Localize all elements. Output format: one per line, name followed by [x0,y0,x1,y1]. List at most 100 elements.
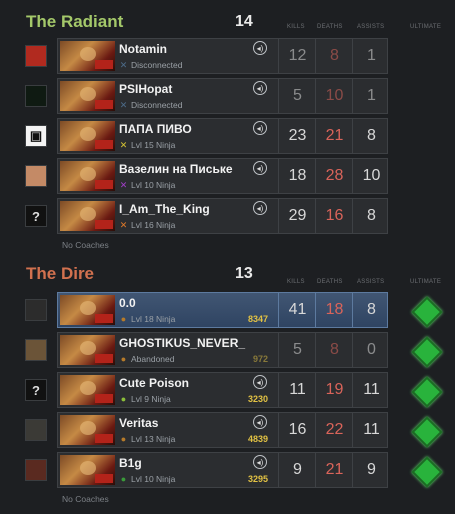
avatar[interactable]: ▣ [25,125,47,147]
mmr-value: 3295 [247,474,268,484]
kills-value: 23 [288,127,307,144]
assists-value: 8 [367,127,376,144]
ultimate-ready-icon [411,416,443,448]
avatar[interactable]: ? [25,379,47,401]
hero-portrait [60,201,115,231]
kills-value: 11 [289,381,306,398]
avatar[interactable] [25,339,47,361]
circle-icon: ● [120,434,127,444]
speaker-icon[interactable]: ◂) [253,375,267,389]
deaths-value: 22 [325,421,344,438]
assists-value: 1 [367,87,376,104]
player-row-notamin[interactable]: Notamin ✕ Disconnected ◂) 12 8 1 [57,38,388,74]
hero-portrait [60,161,115,191]
player-status: Lvl 18 Ninja [131,314,176,324]
speaker-icon[interactable]: ◂) [253,81,267,95]
player-row-psihopat[interactable]: PSIHopat ✕ Disconnected ◂) 5 10 1 [57,78,388,114]
ultimate-header: ULTIMATE [410,279,442,285]
ultimate-header: ULTIMATE [410,24,442,30]
player-name[interactable]: Notamin [119,42,167,56]
player-name[interactable]: Veritas [119,416,158,430]
assists-header: ASSISTS [357,279,385,285]
ultimate-ready-icon [411,336,443,368]
radiant-team-title: The Radiant [26,12,124,31]
player-name[interactable]: B1g [119,456,142,470]
hero-portrait [60,121,115,151]
assists-value: 11 [363,381,380,398]
hero-portrait [60,415,115,445]
assists-value: 8 [367,207,376,224]
assists-value: 1 [367,47,376,64]
hero-portrait [60,375,115,405]
player-name[interactable]: Вазелин на Письке [119,162,233,176]
disconnected-x-icon: ✕ [119,60,128,70]
circle-icon: ● [120,354,127,364]
mmr-value: 8347 [247,314,268,324]
player-status: Lvl 10 Ninja [131,474,176,484]
deaths-value: 18 [325,301,344,318]
assists-value: 0 [367,341,376,358]
avatar[interactable] [25,45,47,67]
dire-score: 13 [235,265,253,282]
avatar[interactable] [25,419,47,441]
player-status: Abandoned [131,354,175,364]
avatar[interactable] [25,299,47,321]
speaker-icon[interactable]: ◂) [253,121,267,135]
player-row-papa-pivo[interactable]: ПАПА ПИВО ✕ Lvl 15 Ninja ◂) 23 21 8 [57,118,388,154]
speaker-icon[interactable]: ◂) [253,161,267,175]
player-row-vazelin[interactable]: Вазелин на Письке ✕ Lvl 10 Ninja ◂) 18 28… [57,158,388,194]
kills-value: 29 [288,207,307,224]
speaker-icon[interactable]: ◂) [253,455,267,469]
player-name[interactable]: ПАПА ПИВО [119,122,192,136]
speaker-icon[interactable]: ◂) [253,41,267,55]
avatar[interactable] [25,85,47,107]
hero-portrait [60,41,115,71]
player-status: Lvl 13 Ninja [131,434,176,444]
x-icon: ✕ [119,140,128,150]
player-row-b1g[interactable]: B1g ● Lvl 10 Ninja 3295 ◂) 9 21 9 [57,452,388,488]
kills-value: 18 [288,167,307,184]
avatar[interactable] [25,459,47,481]
kills-value: 12 [288,47,307,64]
hero-portrait [60,81,115,111]
ultimate-ready-icon [411,456,443,488]
x-icon: ✕ [119,220,128,230]
player-row-i-am-the-king[interactable]: I_Am_The_King ✕ Lvl 16 Ninja ◂) 29 16 8 [57,198,388,234]
radiant-no-coaches: No Coaches [62,240,109,250]
mmr-value: 972 [252,354,268,364]
player-row-cute-poison[interactable]: Cute Poison ● Lvl 9 Ninja 3230 ◂) 11 19 1… [57,372,388,408]
hero-portrait [60,295,115,325]
deaths-header: DEATHS [317,279,343,285]
player-status: Lvl 10 Ninja [131,180,176,190]
dire-team-title: The Dire [26,264,95,283]
assists-value: 8 [367,301,376,318]
player-status: Lvl 16 Ninja [131,220,176,230]
avatar[interactable] [25,165,47,187]
deaths-value: 21 [325,461,344,478]
player-status: Disconnected [131,60,183,70]
circle-icon: ● [120,474,127,484]
mmr-value: 3230 [247,394,268,404]
dire-no-coaches: No Coaches [62,494,109,504]
player-row-veritas[interactable]: Veritas ● Lvl 13 Ninja 4839 ◂) 16 22 11 [57,412,388,448]
player-name[interactable]: Cute Poison [119,376,189,390]
hero-portrait [60,335,115,365]
player-name[interactable]: PSIHopat [119,82,172,96]
x-icon: ✕ [119,180,128,190]
speaker-icon[interactable]: ◂) [253,201,267,215]
player-status: Lvl 9 Ninja [131,394,171,404]
kills-value: 5 [293,87,302,104]
deaths-header: DEATHS [317,24,343,30]
avatar[interactable]: ? [25,205,47,227]
player-name[interactable]: GHOSTIKUS_NEVER_ [119,336,245,350]
player-name[interactable]: 0.0 [119,296,136,310]
ultimate-ready-icon [411,296,443,328]
kills-value: 5 [293,341,302,358]
player-name[interactable]: I_Am_The_King [119,202,210,216]
kills-value: 9 [293,461,302,478]
mmr-value: 4839 [247,434,268,444]
speaker-icon[interactable]: ◂) [253,415,267,429]
deaths-value: 19 [325,381,344,398]
player-row-0-0[interactable]: 0.0 ● Lvl 18 Ninja 8347 41 18 8 [57,292,388,328]
player-row-ghostikus[interactable]: GHOSTIKUS_NEVER_ ● Abandoned 972 5 8 0 [57,332,388,368]
